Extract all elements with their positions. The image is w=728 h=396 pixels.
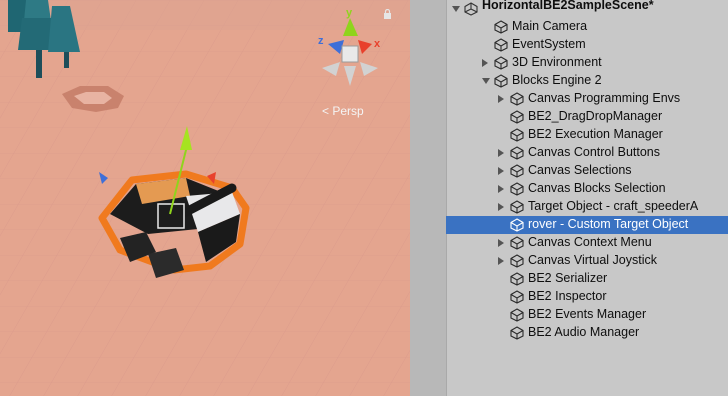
- hierarchy-item-label: rover - Custom Target Object: [528, 217, 689, 231]
- hierarchy-item[interactable]: BE2 Audio Manager: [446, 324, 728, 342]
- hierarchy-item-label: BE2 Events Manager: [528, 307, 647, 321]
- persp-label: Persp: [332, 104, 364, 118]
- gameobject-cube-icon: [510, 326, 524, 340]
- gizmo-label-x: x: [374, 38, 381, 50]
- gameobject-cube-icon: [510, 254, 524, 268]
- expand-arrow-right-icon[interactable]: [498, 149, 504, 157]
- hierarchy-item[interactable]: BE2 Events Manager: [446, 306, 728, 324]
- scene-root-row[interactable]: HorizontalBE2SampleScene*: [446, 0, 728, 18]
- gameobject-cube-icon: [510, 164, 524, 178]
- hierarchy-item-label: Canvas Programming Envs: [528, 91, 681, 105]
- projection-toggle[interactable]: < Persp: [322, 104, 364, 118]
- hierarchy-item-selected[interactable]: rover - Custom Target Object: [446, 216, 728, 234]
- hierarchy-item-label: Target Object - craft_speederA: [528, 199, 699, 213]
- lock-icon[interactable]: [383, 9, 392, 19]
- hierarchy-item-label: Blocks Engine 2: [512, 73, 602, 87]
- persp-arrow-icon: <: [322, 104, 330, 118]
- hierarchy-item[interactable]: BE2 Inspector: [446, 288, 728, 306]
- gameobject-cube-icon: [494, 20, 508, 34]
- hierarchy-item-label: Canvas Control Buttons: [528, 145, 661, 159]
- hierarchy-item[interactable]: Main Camera: [446, 18, 728, 36]
- gameobject-cube-icon: [510, 110, 524, 124]
- expand-arrow-right-icon[interactable]: [498, 95, 504, 103]
- expand-arrow-down-icon[interactable]: [482, 78, 490, 84]
- gameobject-cube-icon: [510, 92, 524, 106]
- gameobject-cube-icon: [510, 128, 524, 142]
- hierarchy-item-label: BE2 Inspector: [528, 289, 607, 303]
- hierarchy-item-label: EventSystem: [512, 37, 586, 51]
- gameobject-cube-icon: [510, 308, 524, 322]
- expand-arrow-right-icon[interactable]: [498, 185, 504, 193]
- hierarchy-item-label: Canvas Blocks Selection: [528, 181, 666, 195]
- hierarchy-item-label: BE2 Execution Manager: [528, 127, 663, 141]
- hierarchy-item[interactable]: 3D Environment: [446, 54, 728, 72]
- hierarchy-item[interactable]: Blocks Engine 2: [446, 72, 728, 90]
- scene-name: HorizontalBE2SampleScene*: [482, 0, 654, 12]
- gameobject-cube-icon: [494, 74, 508, 88]
- hierarchy-item-label: BE2_DragDropManager: [528, 109, 663, 123]
- scene-view[interactable]: y x z < Persp: [0, 0, 410, 396]
- gameobject-cube-icon: [494, 56, 508, 70]
- hierarchy-item-label: Canvas Virtual Joystick: [528, 253, 657, 267]
- unity-scene-icon: [464, 2, 478, 16]
- hierarchy-item-label: 3D Environment: [512, 55, 602, 69]
- hierarchy-panel[interactable]: HorizontalBE2SampleScene* Main Camera Eve…: [410, 0, 728, 396]
- tree-2-trunk: [36, 50, 42, 78]
- hierarchy-gutter: [410, 0, 447, 396]
- gameobject-cube-icon: [510, 182, 524, 196]
- gameobject-cube-icon: [510, 272, 524, 286]
- hierarchy-item[interactable]: BE2_DragDropManager: [446, 108, 728, 126]
- hierarchy-item[interactable]: BE2 Serializer: [446, 270, 728, 288]
- hierarchy-item-label: BE2 Serializer: [528, 271, 608, 285]
- gameobject-cube-icon: [510, 146, 524, 160]
- hierarchy-item[interactable]: Canvas Control Buttons: [446, 144, 728, 162]
- expand-arrow-right-icon[interactable]: [498, 239, 504, 247]
- scene-canvas[interactable]: y x z: [0, 0, 410, 396]
- expand-arrow-right-icon[interactable]: [482, 59, 488, 67]
- hierarchy-item[interactable]: Canvas Selections: [446, 162, 728, 180]
- gameobject-cube-icon: [510, 290, 524, 304]
- gizmo-label-z: z: [318, 35, 324, 47]
- gameobject-cube-icon: [494, 38, 508, 52]
- gameobject-cube-icon: [510, 218, 524, 232]
- expand-arrow-right-icon[interactable]: [498, 257, 504, 265]
- expand-arrow-right-icon[interactable]: [498, 203, 504, 211]
- tree-3-trunk: [64, 52, 69, 68]
- hierarchy-item[interactable]: BE2 Execution Manager: [446, 126, 728, 144]
- gizmo-center-cube[interactable]: [341, 45, 359, 63]
- hierarchy-item[interactable]: Canvas Programming Envs: [446, 90, 728, 108]
- gizmo-label-y: y: [346, 7, 353, 19]
- hierarchy-item[interactable]: Canvas Context Menu: [446, 234, 728, 252]
- hierarchy-item[interactable]: Target Object - craft_speederA: [446, 198, 728, 216]
- hierarchy-item-label: BE2 Audio Manager: [528, 325, 640, 339]
- hierarchy-item-label: Canvas Selections: [528, 163, 632, 177]
- expand-arrow-right-icon[interactable]: [498, 167, 504, 175]
- hierarchy-item[interactable]: Canvas Blocks Selection: [446, 180, 728, 198]
- gameobject-cube-icon: [510, 236, 524, 250]
- hierarchy-item[interactable]: Canvas Virtual Joystick: [446, 252, 728, 270]
- expand-arrow-icon[interactable]: [452, 6, 460, 12]
- hierarchy-item[interactable]: EventSystem: [446, 36, 728, 54]
- hierarchy-item-label: Main Camera: [512, 19, 588, 33]
- hierarchy-item-label: Canvas Context Menu: [528, 235, 652, 249]
- gameobject-cube-icon: [510, 200, 524, 214]
